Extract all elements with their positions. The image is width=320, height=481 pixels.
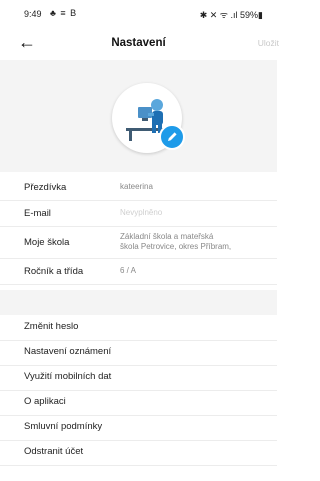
school-value: Základní škola a mateřská škola Petrovic… <box>120 232 231 252</box>
field-label: Přezdívka <box>24 182 67 193</box>
field-row-nickname[interactable]: Přezdívka kateerina <box>0 176 277 201</box>
menu-item-label: O aplikaci <box>24 396 66 407</box>
menu-item-about[interactable]: O aplikaci <box>0 390 277 416</box>
menu-item-mobile-data[interactable]: Využití mobilních dat <box>0 365 277 391</box>
menu-item-label: Odstranit účet <box>24 446 84 457</box>
menu-item-label: Smluvní podmínky <box>24 421 103 432</box>
notification-icons: ♣ ≡ B <box>50 8 78 18</box>
menu-item-label: Změnit heslo <box>24 321 79 332</box>
field-label: Ročník a třída <box>24 266 84 277</box>
pencil-icon <box>168 132 177 141</box>
field-label: Moje škola <box>24 237 70 248</box>
nickname-value: kateerina <box>120 182 153 191</box>
status-bar: 9:49 ♣ ≡ B ✱ ✕ ᯤ .ıl 59%▮ <box>0 0 277 26</box>
menu-item-label: Nastavení oznámení <box>24 346 112 357</box>
field-row-email[interactable]: E-mail Nevyplněno <box>0 202 277 227</box>
status-time: 9:49 <box>24 9 42 19</box>
school-value-line1: Základní škola a mateřská <box>120 232 214 241</box>
field-row-grade[interactable]: Ročník a třída 6 / A <box>0 260 277 285</box>
menu-item-change-password[interactable]: Změnit heslo <box>0 315 277 341</box>
email-value: Nevyplněno <box>120 208 163 217</box>
app-bar: ← Nastavení Uložit <box>0 26 279 60</box>
menu-item-delete-account[interactable]: Odstranit účet <box>0 440 277 466</box>
field-label: E-mail <box>24 208 51 219</box>
menu-item-notification-settings[interactable]: Nastavení oznámení <box>0 340 277 366</box>
page-title: Nastavení <box>111 37 166 49</box>
section-divider <box>0 290 277 315</box>
avatar-panel <box>0 60 277 172</box>
grade-value: 6 / A <box>120 266 137 275</box>
field-row-school[interactable]: Moje škola Základní škola a mateřská ško… <box>0 228 277 259</box>
system-status-icons: ✱ ✕ ᯤ .ıl 59%▮ <box>199 10 263 20</box>
edit-avatar-button[interactable] <box>159 124 185 150</box>
save-button[interactable]: Uložit <box>258 38 279 48</box>
school-value-line2: škola Petrovice, okres Příbram, <box>120 242 232 251</box>
menu-item-label: Využití mobilních dat <box>24 371 112 382</box>
menu-item-terms[interactable]: Smluvní podmínky <box>0 415 277 441</box>
